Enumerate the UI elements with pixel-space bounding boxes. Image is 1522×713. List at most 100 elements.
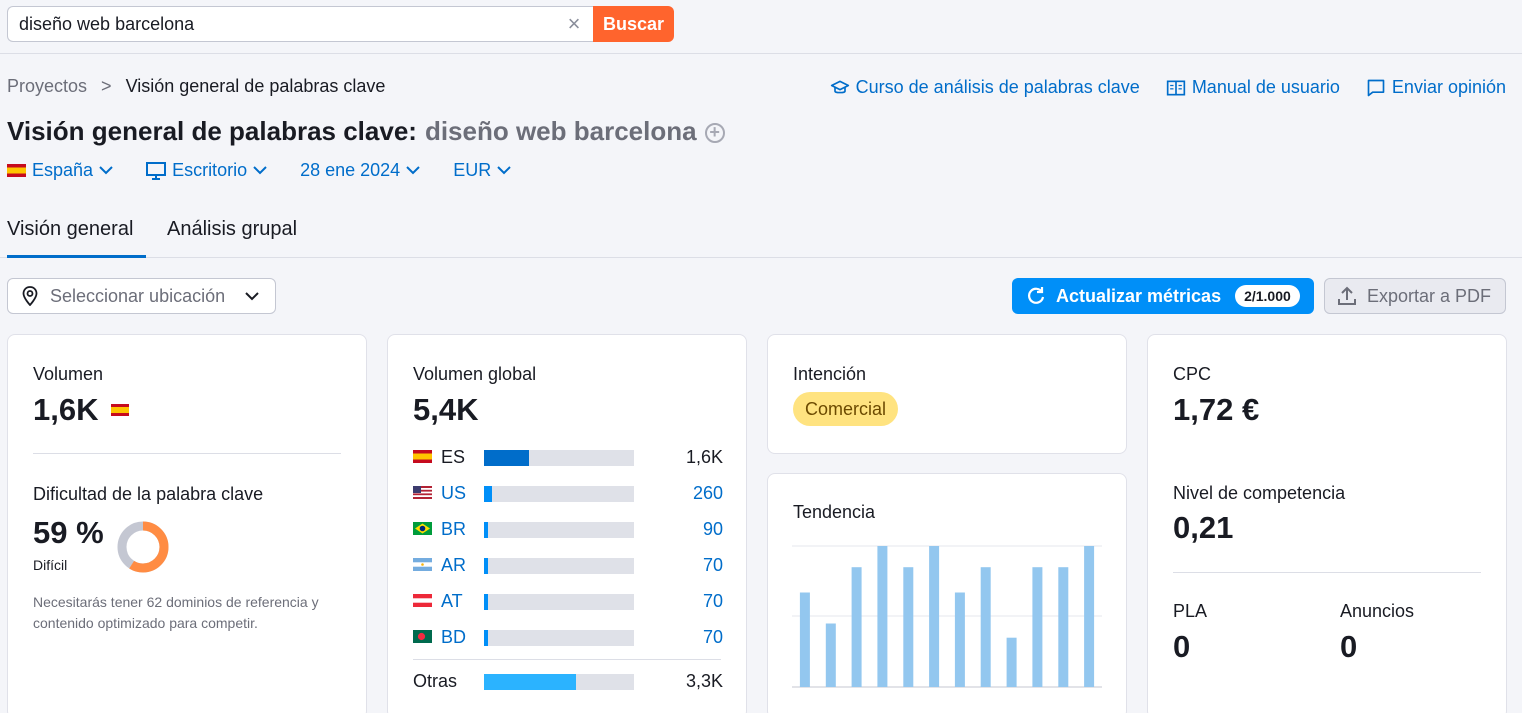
trend-bar[interactable] — [903, 567, 914, 687]
date-filter-label: 28 ene 2024 — [300, 160, 401, 180]
breadcrumb-projects-link[interactable]: Proyectos — [7, 76, 87, 96]
currency-filter[interactable]: EUR — [453, 160, 511, 181]
country-row-br[interactable]: BR 90 — [413, 519, 723, 539]
course-link-label: Curso de análisis de palabras clave — [855, 77, 1140, 97]
argentina-flag-icon — [413, 558, 432, 571]
trend-bar[interactable] — [980, 567, 991, 687]
country-bar-track — [484, 674, 634, 690]
country-bar-fill — [484, 594, 488, 610]
search-group: × Buscar — [7, 6, 674, 42]
difficulty-label: Dificultad de la palabra clave — [33, 484, 264, 504]
chevron-down-icon — [253, 166, 267, 175]
trend-bar[interactable] — [1058, 567, 1069, 687]
breadcrumb-separator: > — [101, 76, 112, 96]
country-row-at[interactable]: AT 70 — [413, 591, 723, 611]
country-value: 90 — [702, 519, 723, 539]
intent-card: Intención Comercial — [767, 334, 1127, 454]
cpc-card: CPC 1,72 € Nivel de competencia 0,21 PLA… — [1147, 334, 1507, 713]
intent-badge: Comercial — [793, 392, 899, 426]
competition-value: 0,21 — [1173, 510, 1234, 545]
volume-value: 1,6K — [33, 392, 130, 428]
help-links: Curso de análisis de palabras clave Manu… — [830, 77, 1506, 98]
country-code: US — [441, 483, 467, 503]
location-select[interactable]: Seleccionar ubicación — [7, 278, 276, 314]
trend-bar[interactable] — [1084, 546, 1095, 687]
trend-bar[interactable] — [799, 592, 810, 688]
device-filter[interactable]: Escritorio — [146, 160, 267, 181]
country-row-es[interactable]: ES 1,6K — [413, 447, 723, 467]
trend-bar[interactable] — [877, 546, 888, 687]
page-title-keyword: diseño web barcelona — [424, 116, 697, 146]
country-bar-fill — [484, 558, 488, 574]
trend-bar[interactable] — [1006, 637, 1017, 687]
country-bar-track — [484, 486, 634, 502]
course-link[interactable]: Curso de análisis de palabras clave — [830, 77, 1140, 98]
country-row-other: Otras 3,3K — [413, 671, 723, 691]
country-code: AR — [441, 555, 467, 575]
country-code: Otras — [413, 671, 458, 691]
page-title: Visión general de palabras clave: diseño … — [7, 116, 725, 147]
manual-link[interactable]: Manual de usuario — [1166, 77, 1340, 98]
country-bar-track — [484, 450, 634, 466]
chat-bubble-icon — [1367, 79, 1385, 96]
add-keyword-icon[interactable]: + — [704, 123, 725, 143]
feedback-link-label: Enviar opinión — [1391, 77, 1506, 97]
trend-bar[interactable] — [851, 567, 862, 687]
austria-flag-icon — [413, 594, 432, 607]
spain-flag-icon — [111, 404, 130, 416]
trend-card: Tendencia — [767, 473, 1127, 713]
spain-flag-icon — [7, 164, 26, 177]
trend-bar[interactable] — [1032, 567, 1043, 687]
device-filter-label: Escritorio — [172, 160, 248, 180]
country-code: ES — [441, 447, 466, 467]
trend-bar[interactable] — [825, 623, 836, 688]
difficulty-note: Necesitarás tener 62 dominios de referen… — [33, 594, 319, 631]
global-volume-label: Volumen global — [413, 364, 537, 384]
country-filter[interactable]: España — [7, 160, 113, 181]
top-search-bar: × Buscar — [0, 0, 1522, 54]
date-filter[interactable]: 28 ene 2024 — [300, 160, 420, 181]
country-bar-track — [484, 594, 634, 610]
country-value: 3,3K — [685, 671, 723, 691]
export-pdf-button[interactable]: Exportar a PDF — [1324, 278, 1506, 314]
brazil-flag-icon — [413, 522, 432, 535]
country-row-bd[interactable]: BD 70 — [413, 627, 723, 647]
country-value: 70 — [702, 555, 723, 575]
global-volume-value: 5,4K — [413, 392, 479, 427]
trend-bar[interactable] — [954, 592, 965, 688]
search-input[interactable] — [19, 14, 549, 34]
difficulty-donut-chart — [117, 521, 169, 573]
search-button[interactable]: Buscar — [593, 6, 674, 42]
clear-icon[interactable]: × — [563, 13, 585, 35]
country-row-us[interactable]: US 260 — [413, 483, 723, 503]
difficulty-value: 59 % — [33, 515, 104, 550]
page-title-main: Visión general de palabras clave: — [7, 116, 417, 146]
country-bar-track — [484, 558, 634, 574]
trend-bar[interactable] — [929, 546, 940, 687]
bangladesh-flag-icon — [413, 630, 432, 643]
country-bar-track — [484, 522, 634, 538]
pla-value: 0 — [1173, 629, 1191, 664]
feedback-link[interactable]: Enviar opinión — [1366, 77, 1506, 98]
cpc-label: CPC — [1173, 364, 1212, 384]
tab-group-analysis[interactable]: Análisis grupal — [167, 218, 297, 258]
country-row-ar[interactable]: AR 70 — [413, 555, 723, 575]
chevron-down-icon — [245, 291, 259, 300]
intent-label: Intención — [793, 364, 867, 384]
upload-icon — [1338, 286, 1356, 305]
tab-overview[interactable]: Visión general — [7, 218, 146, 258]
country-value: 260 — [692, 483, 723, 503]
trend-bar-chart — [792, 545, 1102, 688]
card-divider — [1173, 572, 1481, 573]
card-divider — [33, 453, 341, 454]
manual-link-label: Manual de usuario — [1191, 77, 1340, 97]
global-volume-card: Volumen global 5,4K ES 1,6K US 260 BR 90… — [387, 334, 747, 713]
country-value: 1,6K — [685, 447, 723, 467]
volume-number: 1,6K — [33, 392, 99, 427]
update-metrics-button[interactable]: Actualizar métricas 2/1.000 — [1012, 278, 1314, 314]
volume-label: Volumen — [33, 364, 104, 384]
country-bar-fill — [484, 486, 492, 502]
country-bar-track — [484, 630, 634, 646]
desktop-icon — [146, 161, 167, 180]
book-icon — [1166, 80, 1185, 95]
